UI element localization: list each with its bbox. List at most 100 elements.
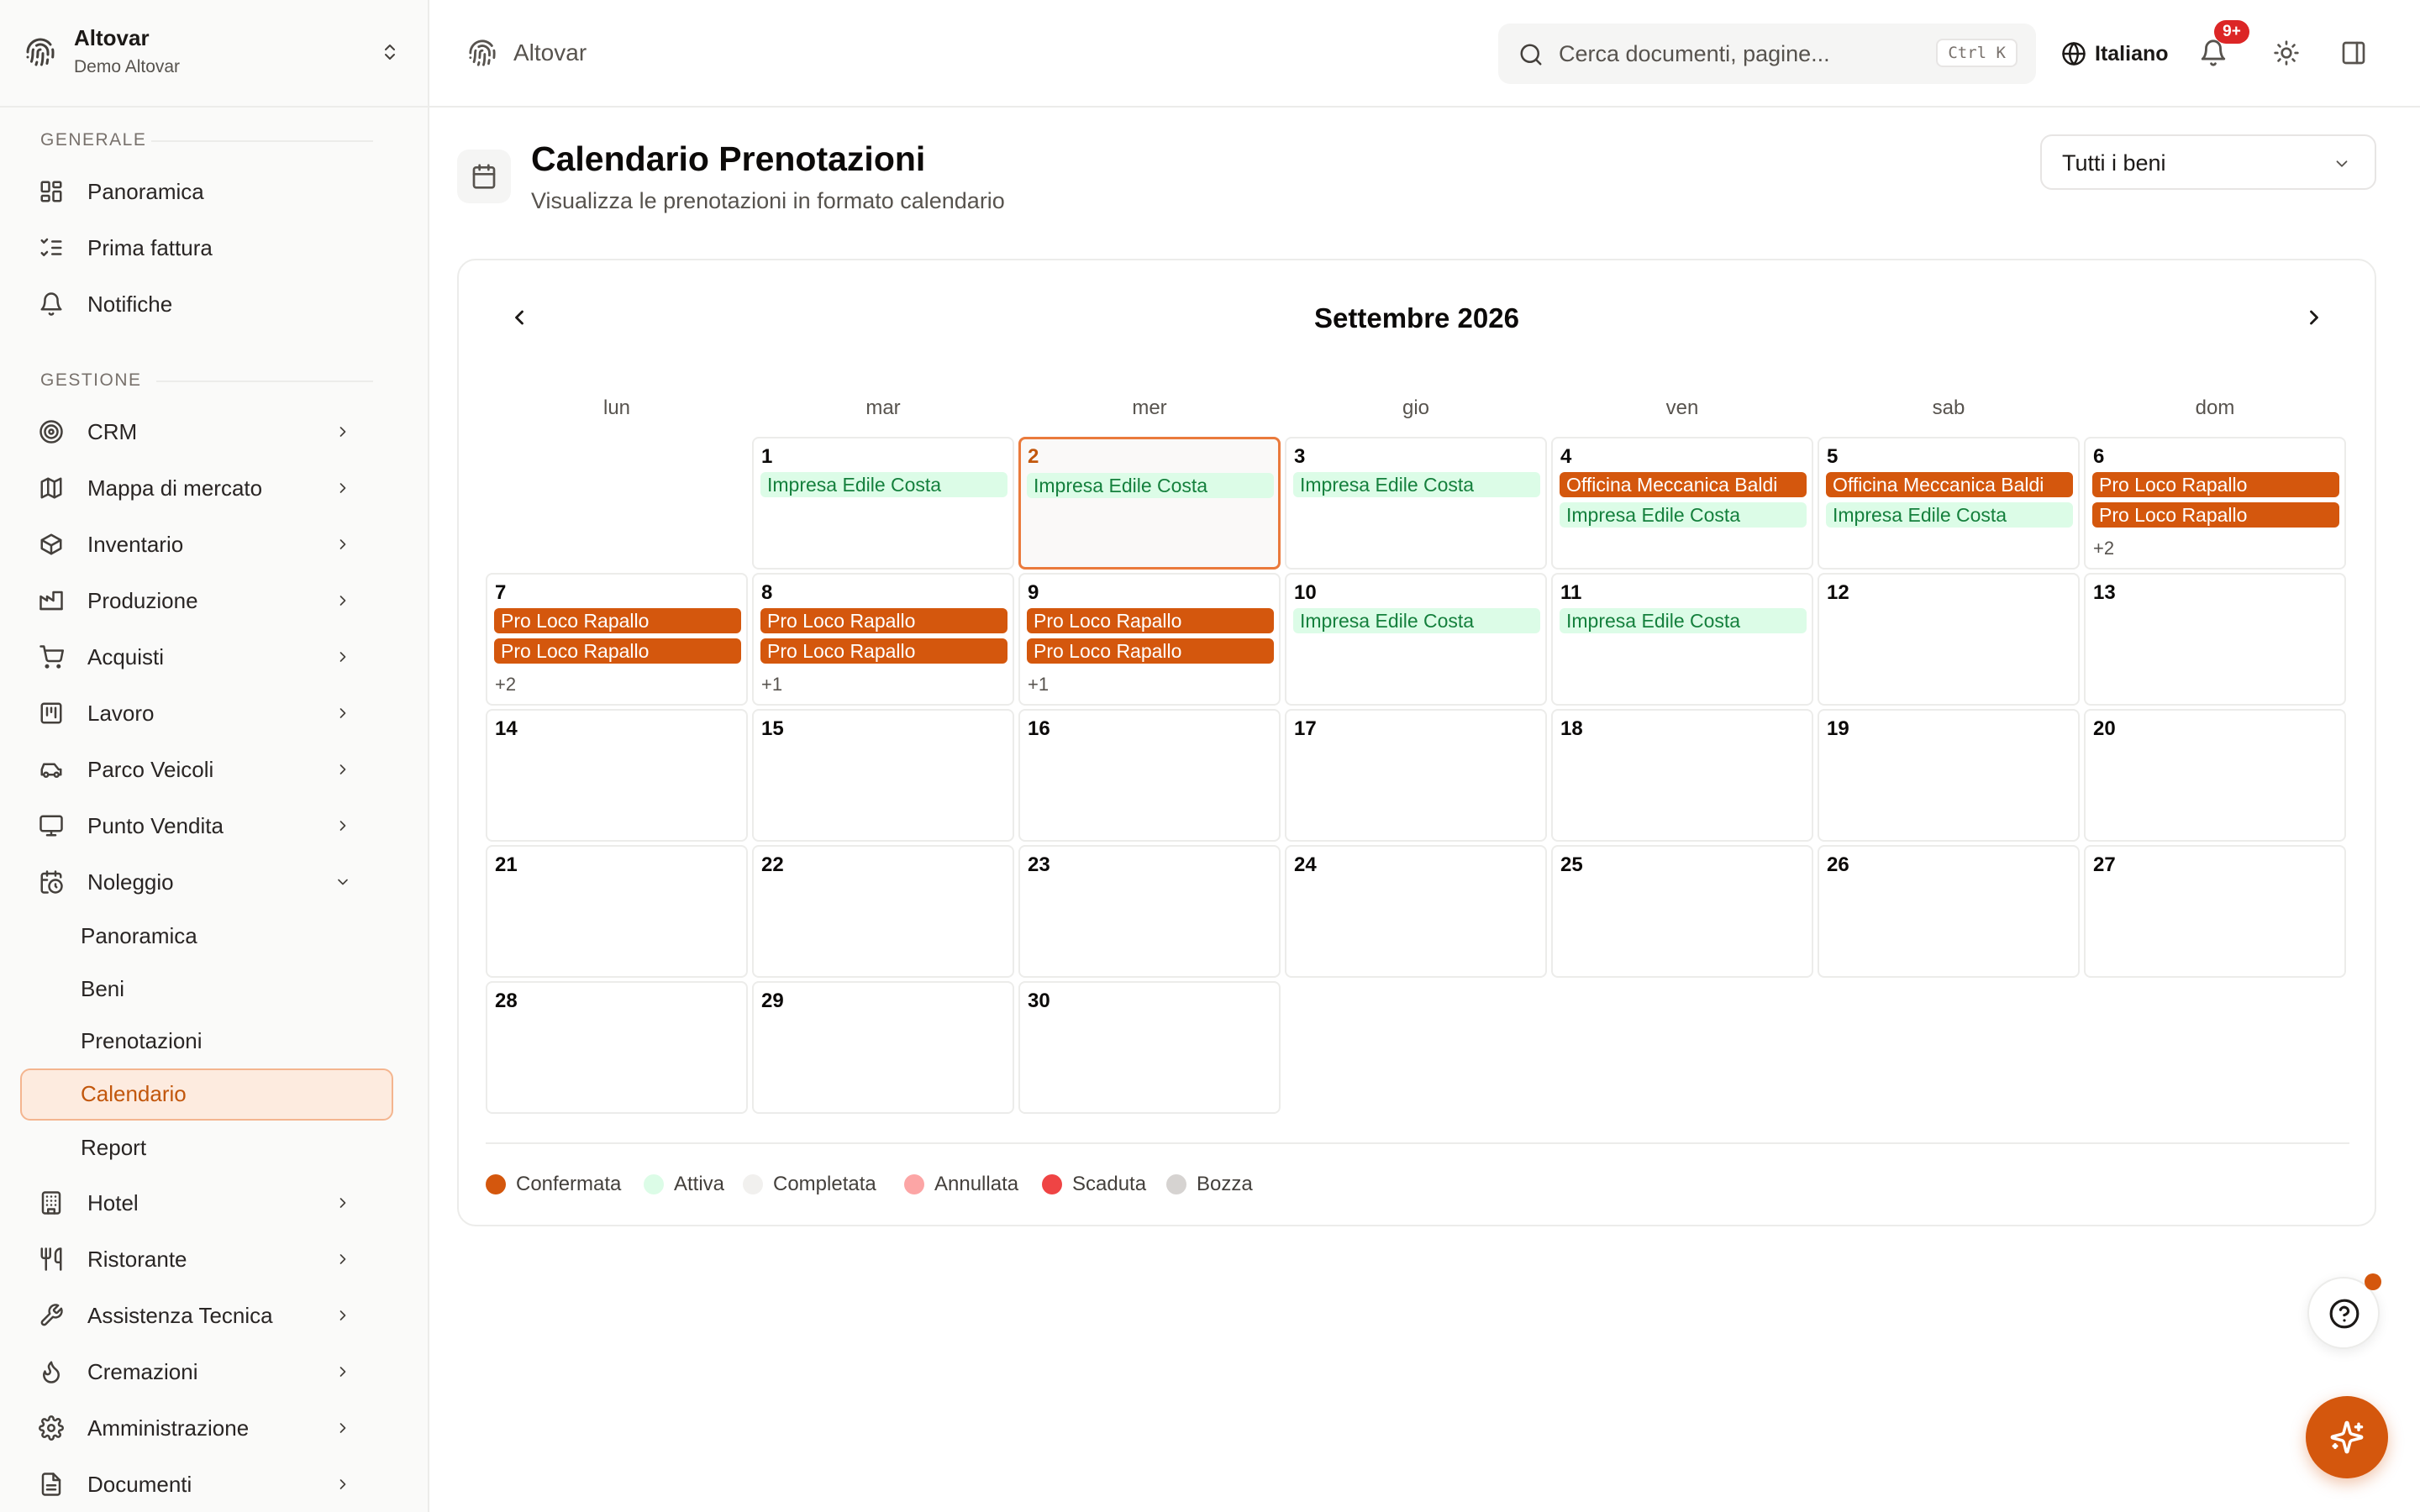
box-icon xyxy=(40,533,62,555)
org-switcher[interactable]: Altovar Demo Altovar xyxy=(0,0,428,108)
sidebar-subitem-report[interactable]: Report xyxy=(20,1122,393,1171)
sidebar-subitem-panoramica[interactable]: Panoramica xyxy=(20,911,393,959)
calendar-day[interactable]: 24 xyxy=(1285,845,1547,978)
sidebar-subitem-beni[interactable]: Beni xyxy=(20,963,393,1012)
sidebar-item-mappa-di-mercato[interactable]: Mappa di mercato xyxy=(20,463,393,513)
day-number: 1 xyxy=(761,445,773,468)
calendar-day[interactable]: 6 Pro Loco Rapallo Pro Loco Rapallo +2 xyxy=(2084,437,2346,570)
calendar-day[interactable]: 4 Officina Meccanica Baldi Impresa Edile C… xyxy=(1551,437,1813,570)
calendar-day[interactable]: 9 Pro Loco Rapallo Pro Loco Rapallo +1 xyxy=(1018,573,1281,706)
sidebar-item-assistenza-tecnica[interactable]: Assistenza Tecnica xyxy=(20,1290,393,1341)
sidebar-item-produzione[interactable]: Produzione xyxy=(20,575,393,626)
booking-event[interactable]: Impresa Edile Costa xyxy=(1560,608,1807,633)
ai-assistant-button[interactable] xyxy=(2306,1396,2388,1478)
booking-event[interactable]: Pro Loco Rapallo xyxy=(2092,472,2339,497)
calendar-day[interactable]: 27 xyxy=(2084,845,2346,978)
previous-month-icon[interactable] xyxy=(508,306,531,329)
breadcrumb[interactable]: Altovar xyxy=(513,39,587,66)
booking-event[interactable]: Officina Meccanica Baldi xyxy=(1826,472,2073,497)
sidebar-item-label: Inventario xyxy=(87,532,184,557)
calendar-day[interactable]: 3 Impresa Edile Costa xyxy=(1285,437,1547,570)
sidebar-item-lavoro[interactable]: Lavoro xyxy=(20,688,393,738)
calendar-day[interactable]: 13 xyxy=(2084,573,2346,706)
day-number: 21 xyxy=(495,853,518,876)
sidebar-item-documenti[interactable]: Documenti xyxy=(20,1459,393,1509)
booking-event[interactable]: Impresa Edile Costa xyxy=(1027,473,1274,498)
booking-event[interactable]: Impresa Edile Costa xyxy=(1560,502,1807,528)
sidebar-item-label: Noleggio xyxy=(87,869,174,895)
sidebar-item-parco-veicoli[interactable]: Parco Veicoli xyxy=(20,744,393,795)
legend-dot xyxy=(644,1174,664,1194)
calendar-day[interactable]: 23 xyxy=(1018,845,1281,978)
sun-icon[interactable] xyxy=(2273,39,2300,66)
sidebar-toggle-icon[interactable] xyxy=(2340,39,2367,66)
booking-event[interactable]: Pro Loco Rapallo xyxy=(1027,638,1274,664)
day-number: 20 xyxy=(2093,717,2116,740)
search-input[interactable]: Cerca documenti, pagine... Ctrl K xyxy=(1498,24,2036,84)
calendar-day-today[interactable]: 2 Impresa Edile Costa xyxy=(1018,437,1281,570)
calendar-day[interactable]: 11 Impresa Edile Costa xyxy=(1551,573,1813,706)
calendar-day[interactable]: 26 xyxy=(1818,845,2080,978)
booking-event[interactable]: Pro Loco Rapallo xyxy=(760,638,1007,664)
more-events-link[interactable]: +2 xyxy=(2093,538,2114,559)
calendar-day[interactable]: 15 xyxy=(752,709,1014,842)
weekday-label: lun xyxy=(602,396,631,419)
sidebar-subitem-prenotazioni[interactable]: Prenotazioni xyxy=(20,1016,393,1064)
legend-label: Annullata xyxy=(934,1173,1019,1195)
calendar-day[interactable]: 28 xyxy=(486,981,748,1114)
sidebar-item-noleggio[interactable]: Noleggio xyxy=(20,857,393,907)
calendar-day[interactable]: 14 xyxy=(486,709,748,842)
asset-filter-select[interactable]: Tutti i beni xyxy=(2040,134,2376,190)
calendar-day[interactable]: 19 xyxy=(1818,709,2080,842)
booking-event[interactable]: Impresa Edile Costa xyxy=(1293,608,1540,633)
more-events-link[interactable]: +1 xyxy=(761,674,782,696)
calendar-day[interactable]: 16 xyxy=(1018,709,1281,842)
calendar-day[interactable]: 25 xyxy=(1551,845,1813,978)
calendar-day[interactable]: 12 xyxy=(1818,573,2080,706)
calendar-day[interactable]: 30 xyxy=(1018,981,1281,1114)
day-number: 25 xyxy=(1560,853,1583,876)
calendar-day[interactable]: 21 xyxy=(486,845,748,978)
target-icon xyxy=(39,420,63,444)
calendar-day[interactable]: 29 xyxy=(752,981,1014,1114)
sidebar-item-acquisti[interactable]: Acquisti xyxy=(20,632,393,682)
day-number: 24 xyxy=(1294,853,1317,876)
sidebar-item-inventario[interactable]: Inventario xyxy=(20,519,393,570)
booking-event[interactable]: Pro Loco Rapallo xyxy=(760,608,1007,633)
sidebar-item-notifiche[interactable]: Notifiche xyxy=(20,279,393,329)
booking-event[interactable]: Pro Loco Rapallo xyxy=(494,638,741,664)
calendar-day[interactable]: 22 xyxy=(752,845,1014,978)
notification-badge: 9+ xyxy=(2214,20,2249,44)
sidebar-item-label: Panoramica xyxy=(87,179,204,204)
calendar-day[interactable]: 5 Officina Meccanica Baldi Impresa Edile C… xyxy=(1818,437,2080,570)
booking-event[interactable]: Pro Loco Rapallo xyxy=(2092,502,2339,528)
booking-event[interactable]: Officina Meccanica Baldi xyxy=(1560,472,1807,497)
booking-event[interactable]: Pro Loco Rapallo xyxy=(494,608,741,633)
sidebar-subitem-calendario[interactable]: Calendario xyxy=(20,1068,393,1121)
calendar-day[interactable]: 17 xyxy=(1285,709,1547,842)
calendar-day[interactable]: 10 Impresa Edile Costa xyxy=(1285,573,1547,706)
calendar-day[interactable]: 20 xyxy=(2084,709,2346,842)
booking-event[interactable]: Impresa Edile Costa xyxy=(760,472,1007,497)
more-events-link[interactable]: +1 xyxy=(1028,674,1049,696)
day-number: 27 xyxy=(2093,853,2116,876)
booking-event[interactable]: Impresa Edile Costa xyxy=(1826,502,2073,528)
sidebar-item-punto-vendita[interactable]: Punto Vendita xyxy=(20,801,393,851)
next-month-icon[interactable] xyxy=(2302,306,2326,329)
more-events-link[interactable]: +2 xyxy=(495,674,516,696)
booking-event[interactable]: Impresa Edile Costa xyxy=(1293,472,1540,497)
calendar-day[interactable]: 18 xyxy=(1551,709,1813,842)
booking-event[interactable]: Pro Loco Rapallo xyxy=(1027,608,1274,633)
sidebar-item-ristorante[interactable]: Ristorante xyxy=(20,1234,393,1284)
sidebar-item-panoramica[interactable]: Panoramica xyxy=(20,166,393,217)
sidebar-item-cremazioni[interactable]: Cremazioni xyxy=(20,1347,393,1397)
legend-dot xyxy=(743,1174,763,1194)
sidebar-item-hotel[interactable]: Hotel xyxy=(20,1178,393,1228)
calendar-day[interactable]: 8 Pro Loco Rapallo Pro Loco Rapallo +1 xyxy=(752,573,1014,706)
sidebar-item-amministrazione[interactable]: Amministrazione xyxy=(20,1403,393,1453)
sidebar-item-crm[interactable]: CRM xyxy=(20,407,393,457)
sidebar-item-prima-fattura[interactable]: Prima fattura xyxy=(20,223,393,273)
calendar-day[interactable]: 1 Impresa Edile Costa xyxy=(752,437,1014,570)
calendar-day[interactable]: 7 Pro Loco Rapallo Pro Loco Rapallo +2 xyxy=(486,573,748,706)
page-subtitle: Visualizza le prenotazioni in formato ca… xyxy=(531,188,1005,213)
